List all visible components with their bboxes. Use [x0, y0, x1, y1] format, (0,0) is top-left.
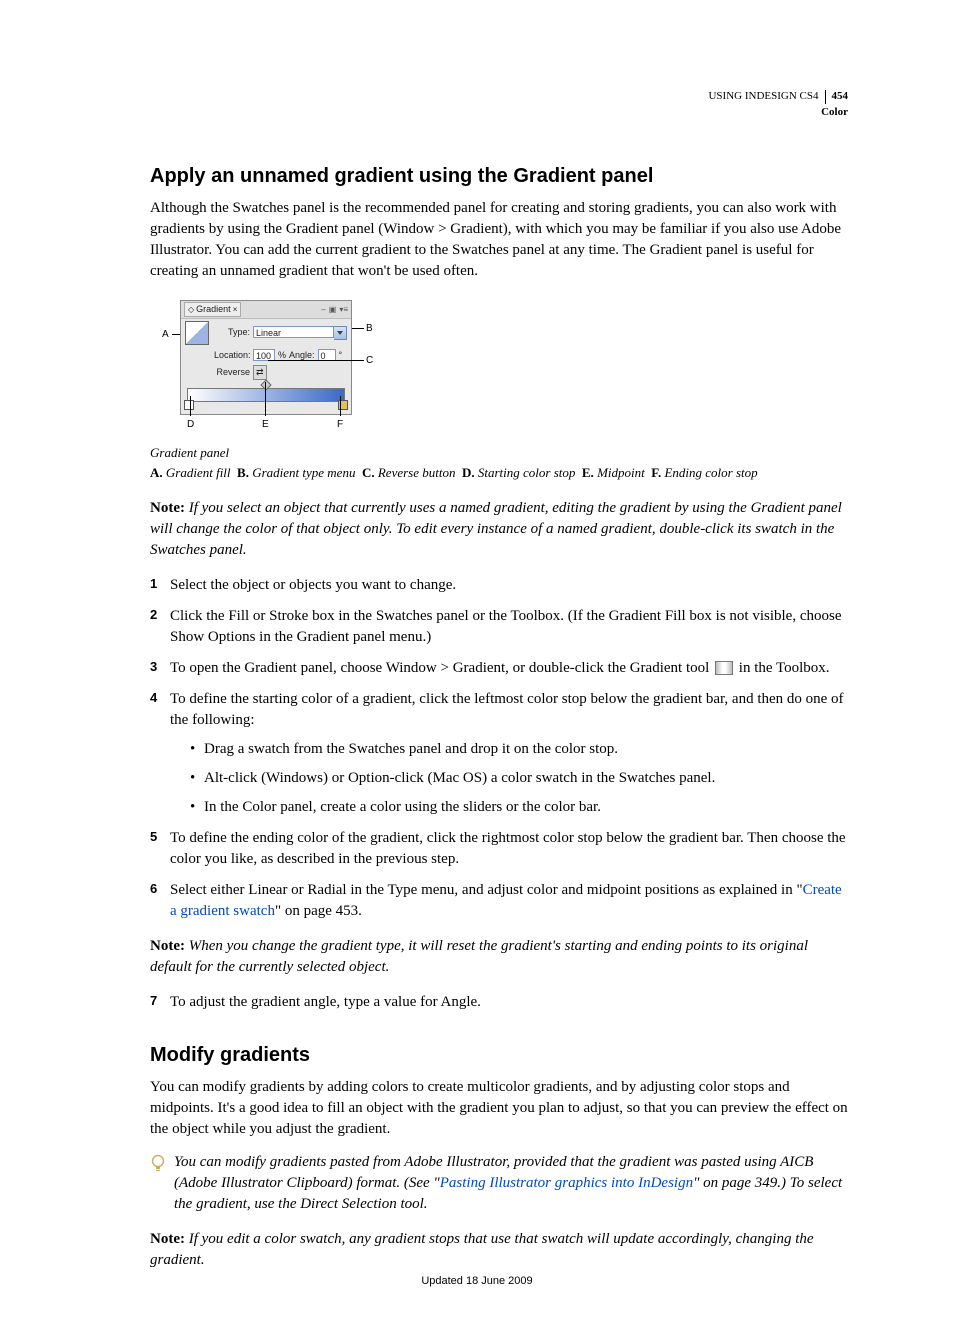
dropdown-arrow-icon	[334, 326, 347, 340]
doc-title: USING INDESIGN CS4	[708, 90, 818, 103]
panel-tab-label: Gradient	[196, 303, 231, 316]
callout-E: E	[262, 418, 269, 432]
note-text: When you change the gradient type, it wi…	[150, 938, 808, 975]
step-2: Click the Fill or Stroke box in the Swat…	[150, 606, 848, 648]
modify-intro: You can modify gradients by adding color…	[150, 1077, 848, 1140]
tip-block: You can modify gradients pasted from Ado…	[150, 1152, 848, 1215]
reverse-icon: ⇄	[253, 365, 267, 380]
note-1: Note: If you select an object that curre…	[150, 498, 848, 561]
step-4-bullets: Drag a swatch from the Swatches panel an…	[190, 739, 848, 818]
panel-window-icons: –▣▾≡	[321, 304, 348, 315]
callout-B: B	[366, 322, 373, 336]
steps-list: Select the object or objects you want to…	[150, 575, 848, 922]
type-dropdown: Linear	[253, 326, 347, 340]
gradient-panel-mock: ◇ Gradient × –▣▾≡ Type:	[180, 300, 352, 415]
type-value: Linear	[253, 326, 334, 338]
location-label: Location:	[214, 349, 250, 362]
bullet-1: Drag a swatch from the Swatches panel an…	[190, 739, 848, 760]
page-header: USING INDESIGN CS4 454 Color	[708, 90, 848, 119]
heading-modify-gradients: Modify gradients	[150, 1041, 848, 1069]
note-text: If you edit a color swatch, any gradient…	[150, 1231, 814, 1268]
callout-F: F	[337, 418, 343, 432]
gradient-bar	[187, 388, 345, 402]
note-label: Note:	[150, 500, 185, 516]
page-number: 454	[832, 90, 849, 103]
steps-list-cont: To adjust the gradient angle, type a val…	[150, 992, 848, 1013]
step-1: Select the object or objects you want to…	[150, 575, 848, 596]
bullet-2: Alt-click (Windows) or Option-click (Mac…	[190, 768, 848, 789]
figure-caption: Gradient panel	[150, 444, 848, 462]
reverse-label: Reverse	[214, 366, 250, 379]
link-pasting-illustrator[interactable]: Pasting Illustrator graphics into InDesi…	[440, 1175, 693, 1191]
note-label: Note:	[150, 938, 185, 954]
callout-D: D	[187, 418, 194, 432]
start-stop-icon	[184, 400, 194, 410]
panel-tab: ◇ Gradient ×	[184, 302, 241, 317]
bullet-3: In the Color panel, create a color using…	[190, 797, 848, 818]
figure-gradient-panel: ◇ Gradient × –▣▾≡ Type:	[150, 300, 848, 438]
lightbulb-icon	[150, 1154, 166, 1174]
section-name: Color	[708, 106, 848, 119]
intro-paragraph: Although the Swatches panel is the recom…	[150, 198, 848, 282]
step-7: To adjust the gradient angle, type a val…	[150, 992, 848, 1013]
type-label: Type:	[214, 326, 250, 339]
callout-A: A	[162, 328, 169, 342]
step-5: To define the ending color of the gradie…	[150, 828, 848, 870]
step-6: Select either Linear or Radial in the Ty…	[150, 880, 848, 922]
step-3: To open the Gradient panel, choose Windo…	[150, 658, 848, 679]
heading-apply-gradient: Apply an unnamed gradient using the Grad…	[150, 162, 848, 190]
footer-updated: Updated 18 June 2009	[0, 1274, 954, 1289]
callout-C: C	[366, 354, 373, 368]
note-label: Note:	[150, 1231, 185, 1247]
figure-legend: A. Gradient fill B. Gradient type menu C…	[150, 464, 848, 482]
step-4: To define the starting color of a gradie…	[150, 689, 848, 818]
header-separator	[825, 90, 826, 104]
note-3: Note: If you edit a color swatch, any gr…	[150, 1229, 848, 1271]
gradient-fill-swatch	[185, 321, 209, 345]
gradient-tool-icon	[715, 661, 733, 675]
note-text: If you select an object that currently u…	[150, 500, 842, 558]
note-2: Note: When you change the gradient type,…	[150, 936, 848, 978]
